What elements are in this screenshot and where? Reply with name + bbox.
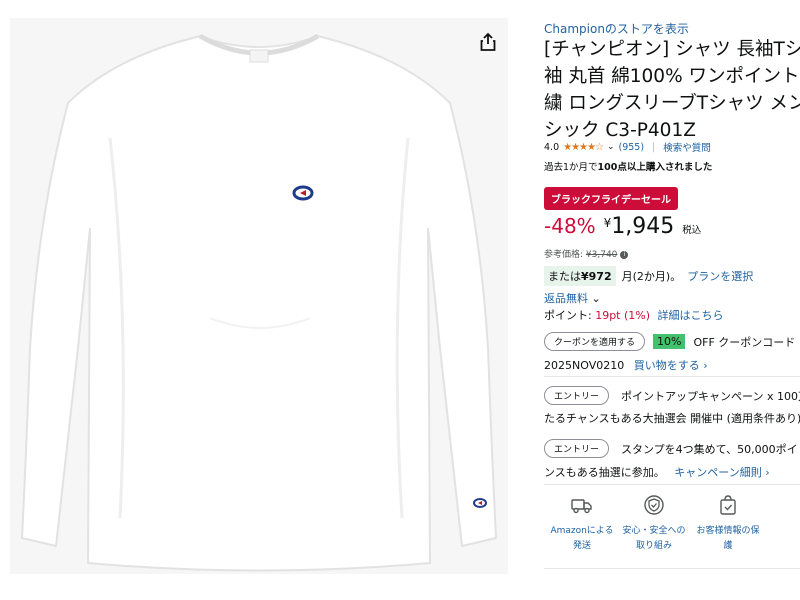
- delivery-truck-icon: [571, 499, 592, 514]
- product-title: [チャンピオン] シャツ 長袖Tシ 袖 丸首 綿100% ワンポイント 繍 ロン…: [544, 36, 800, 144]
- feature-label: 護: [723, 541, 733, 551]
- brand-logo-sleeve: [473, 498, 487, 508]
- image-area: [0, 0, 512, 600]
- chevron-down-icon: ⌄: [591, 292, 601, 305]
- campaign-1-text-cont: たるチャンスもある大抽選会 開催中 (適用条件あり): [544, 412, 800, 425]
- reference-amount: ¥3,740: [585, 250, 618, 260]
- points-value: 19pt: [595, 309, 621, 322]
- chevron-down-icon[interactable]: ⌄: [607, 142, 615, 152]
- price-amount: 1,945: [611, 214, 675, 239]
- apply-coupon-button[interactable]: クーポンを適用する: [544, 332, 646, 351]
- feature-privacy[interactable]: お客様情報の保 護: [692, 494, 764, 554]
- coupon-row: クーポンを適用する 10% OFF クーポンコード: [544, 332, 795, 351]
- campaign-2-text: スタンプを4つ集めて、50,000ポイ: [621, 442, 798, 456]
- title-line: 繍 ロングスリーブTシャツ メン: [544, 93, 800, 114]
- coupon-code: 2025NOV0210: [544, 359, 625, 372]
- review-count-link[interactable]: (955): [618, 142, 644, 153]
- campaign-1-text: ポイントアップキャンペーン x 100万: [621, 389, 800, 403]
- campaign-2-text-cont: ンスもある抽選に参加。 キャンペーン細則 ›: [544, 464, 770, 480]
- reference-label: 参考価格:: [544, 250, 586, 260]
- campaign-entry-1: エントリー ポイントアップキャンペーン x 100万: [544, 386, 800, 405]
- share-button[interactable]: [476, 30, 500, 54]
- feature-label: 取り組み: [635, 541, 672, 551]
- feature-safety[interactable]: 安心・安全への 取り組み: [618, 494, 690, 554]
- points-details-link[interactable]: 詳細はこちら: [658, 309, 724, 322]
- price-row: -48% ¥1,945 税込: [544, 214, 701, 239]
- currency-symbol: ¥: [603, 216, 612, 230]
- coupon-text: OFF クーポンコード: [693, 335, 796, 349]
- entry-button-2[interactable]: エントリー: [544, 439, 610, 458]
- campaign-rules-link[interactable]: キャンペーン細則 ›: [674, 466, 769, 479]
- entry-button-1[interactable]: エントリー: [544, 386, 610, 405]
- feature-amazon-shipping[interactable]: Amazonによる 発送: [546, 494, 618, 554]
- tax-label: 税込: [682, 225, 702, 236]
- discount-percent: -48%: [544, 214, 596, 238]
- free-returns-label: 返品無料: [544, 292, 588, 305]
- coupon-code-row: 2025NOV0210 買い物をする ›: [544, 357, 708, 373]
- info-icon[interactable]: i: [620, 250, 629, 259]
- points-percent: (1%): [624, 309, 651, 322]
- installment-prefix: または: [548, 270, 581, 283]
- installment-amount: ¥972: [581, 270, 612, 283]
- divider: [544, 484, 800, 485]
- installment-row: または¥972 月(2か月)。 プランを選択: [544, 266, 753, 286]
- store-link[interactable]: Championのストアを表示: [544, 20, 689, 37]
- divider: [544, 376, 800, 377]
- divider: |: [652, 141, 656, 153]
- bought-count: 100点以上購入されました: [597, 162, 713, 173]
- shop-link[interactable]: 買い物をする ›: [634, 359, 708, 372]
- deal-badge: ブラックフライデーセール: [544, 187, 678, 210]
- divider: [544, 568, 800, 569]
- campaign-entry-2: エントリー スタンプを4つ集めて、50,000ポイ: [544, 439, 798, 458]
- feature-label: 発送: [572, 541, 591, 551]
- points-label: ポイント:: [544, 309, 596, 322]
- title-line: [チャンピオン] シャツ 長袖Tシ: [544, 39, 800, 60]
- purchase-count: 過去1か月で100点以上購入されました: [544, 159, 712, 173]
- share-icon: [480, 33, 496, 51]
- lock-bag-icon: [720, 495, 736, 515]
- bought-prefix: 過去1か月で: [544, 162, 598, 173]
- title-line: 袖 丸首 綿100% ワンポイント: [544, 66, 800, 87]
- rating-value: 4.0: [544, 141, 560, 153]
- product-image[interactable]: [10, 18, 508, 574]
- installment-suffix: 月(2か月)。: [621, 270, 682, 283]
- feature-label: 安心・安全への: [622, 526, 686, 536]
- rating-row: 4.0 ★★★★☆ ⌄ (955) | 検索や質問: [544, 140, 711, 155]
- reference-price: 参考価格: ¥3,740 i: [544, 247, 629, 260]
- select-plan-link[interactable]: プランを選択: [687, 268, 753, 284]
- free-returns-link[interactable]: 返品無料 ⌄: [544, 290, 601, 306]
- white-long-sleeve-shirt-image: [20, 33, 498, 572]
- installment-highlight: または¥972: [544, 266, 616, 286]
- brand-logo-chest: [292, 185, 314, 201]
- coupon-percent: 10%: [653, 334, 686, 349]
- shield-check-icon: [644, 495, 664, 515]
- points-row: ポイント: 19pt (1%) 詳細はこちら: [544, 307, 724, 323]
- rating-stars[interactable]: ★★★★☆: [563, 142, 604, 153]
- search-qa-link[interactable]: 検索や質問: [663, 140, 711, 154]
- feature-label: Amazonによる: [550, 526, 614, 536]
- feature-label: お客様情報の保: [696, 526, 760, 536]
- campaign-2-text-line2: ンスもある抽選に参加。: [544, 466, 665, 479]
